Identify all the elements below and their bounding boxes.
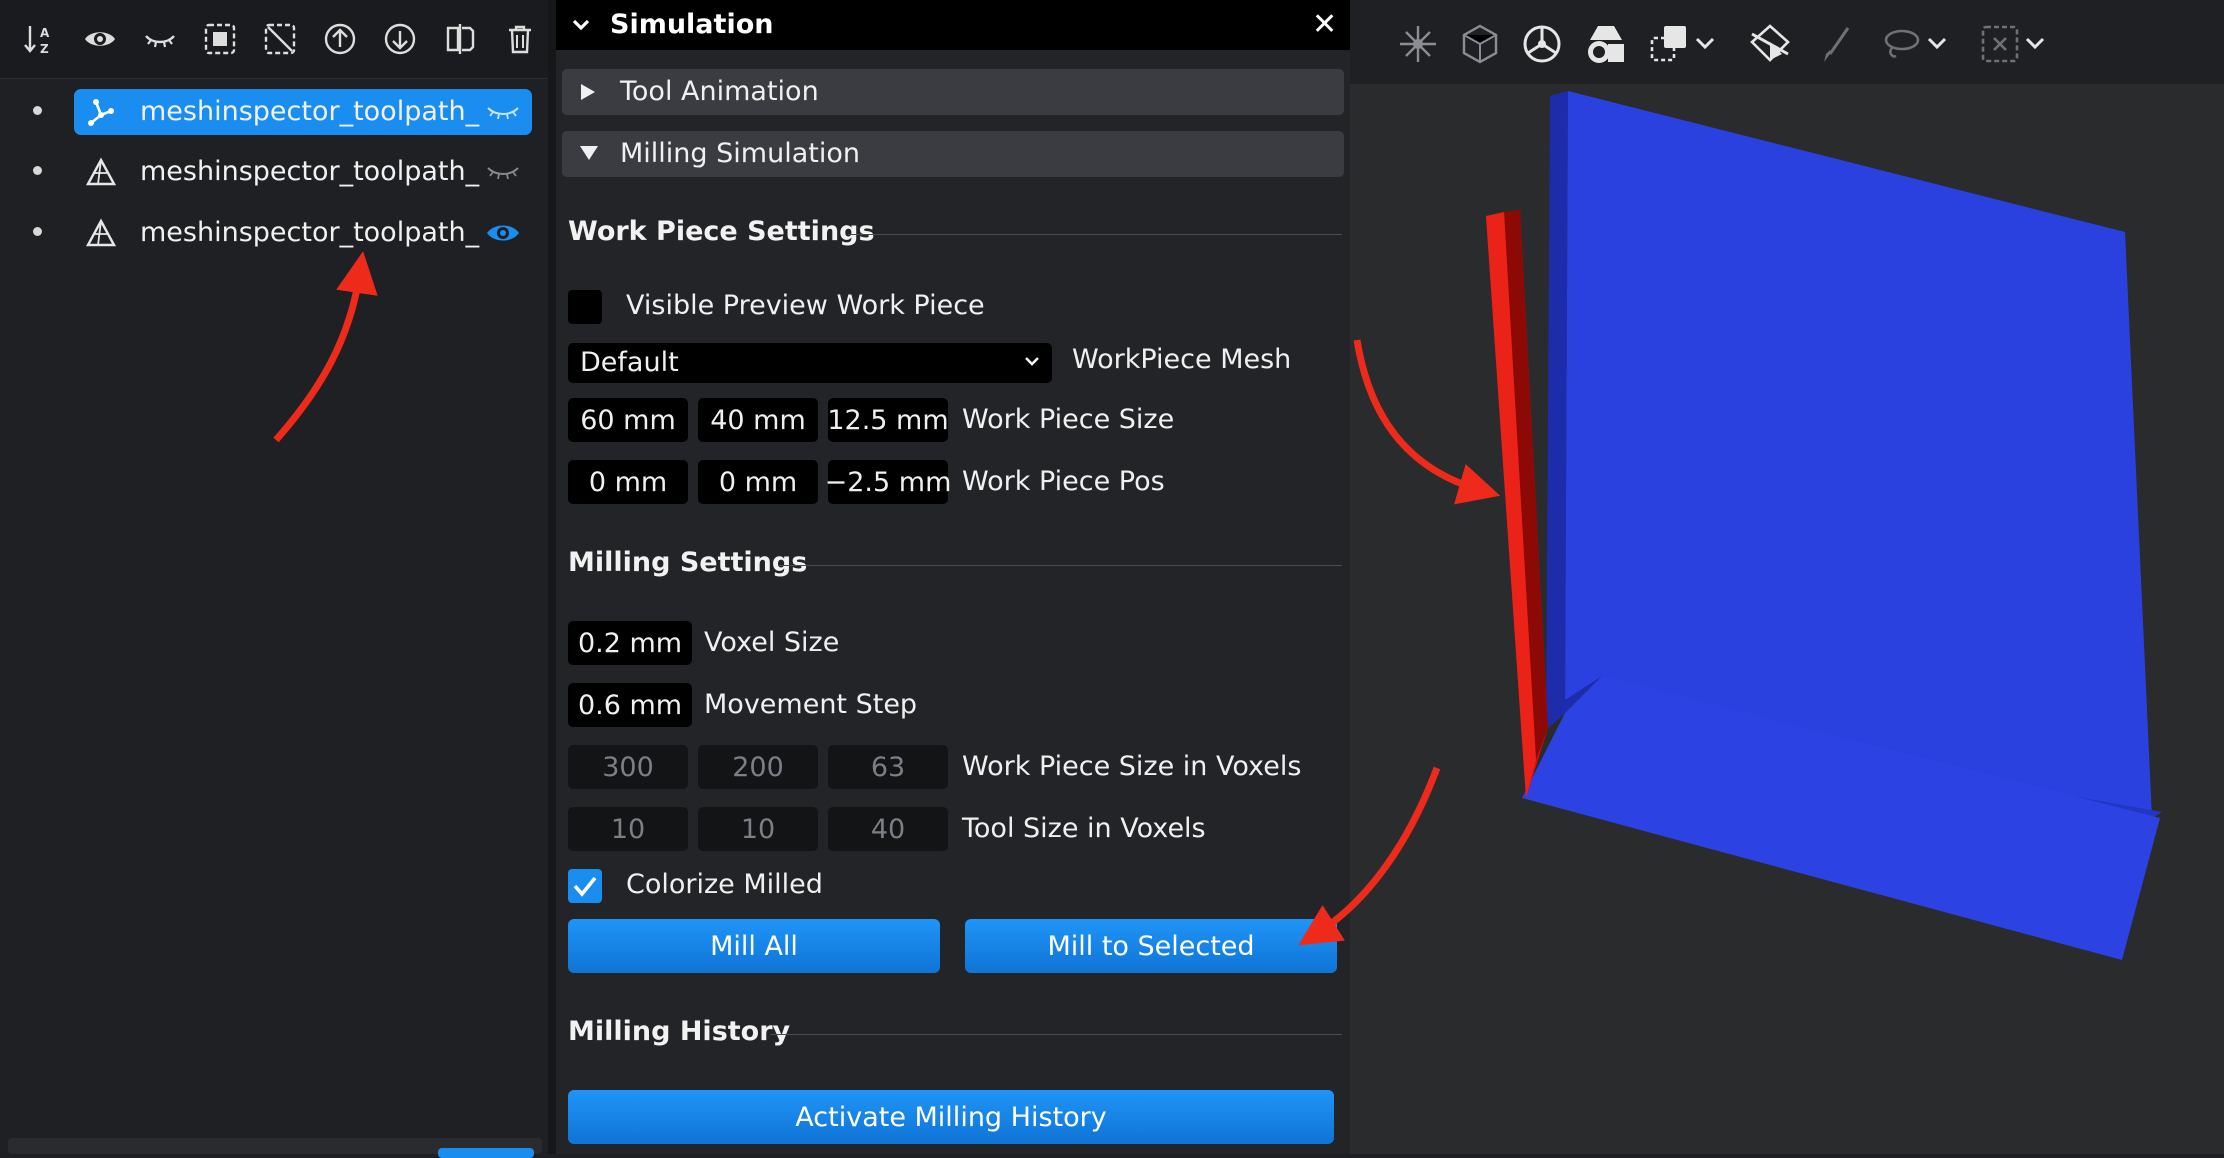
work-piece-size-x[interactable]: 60 mm: [568, 398, 688, 442]
divider: [848, 234, 1342, 235]
simulation-title-bar[interactable]: Simulation ✕: [556, 0, 1350, 50]
move-up-icon[interactable]: [320, 19, 360, 59]
svg-text:A: A: [40, 26, 50, 40]
size-in-voxels-label: Work Piece Size in Voxels: [962, 751, 1302, 782]
work-piece-pos-y[interactable]: 0 mm: [698, 460, 818, 504]
simulation-title: Simulation: [610, 9, 774, 40]
work-piece-size-z[interactable]: 12.5 mm: [827, 398, 949, 442]
section-tool-animation[interactable]: Tool Animation: [562, 69, 1344, 115]
eye-closed-icon[interactable]: [484, 98, 522, 126]
eye-icon[interactable]: [80, 19, 120, 59]
tree-bullet: [33, 106, 42, 115]
activate-milling-history-button[interactable]: Activate Milling History: [568, 1090, 1334, 1144]
toolpath-icon: [86, 97, 116, 127]
work-piece-pos-z[interactable]: −2.5 mm: [825, 460, 951, 504]
select-all-icon[interactable]: [200, 19, 240, 59]
work-piece-settings-title: Work Piece Settings: [568, 216, 875, 247]
work-piece-pos-label: Work Piece Pos: [962, 466, 1165, 497]
colorize-milled-checkbox[interactable]: [568, 869, 602, 903]
movement-step-label: Movement Step: [704, 689, 918, 720]
tree-item-toolpath[interactable]: meshinspector_toolpath_de: [74, 89, 532, 135]
tree-item-label: meshinspector_toolpath_de: [140, 96, 480, 127]
workpiece-left-face: [1546, 91, 1568, 730]
expand-arrow-icon: [578, 81, 598, 103]
eye-closed-icon[interactable]: [484, 158, 522, 186]
checkmark-icon: [573, 876, 597, 897]
chevron-down-icon: [1024, 355, 1040, 369]
divider: [770, 1034, 1342, 1035]
workpiece-mesh-select[interactable]: Default: [568, 343, 1052, 383]
tree-item-mesh-1[interactable]: meshinspector_toolpath_de: [74, 149, 532, 195]
sort-az-icon[interactable]: AZ: [20, 19, 60, 59]
move-down-icon[interactable]: [380, 19, 420, 59]
voxels-z: 63: [828, 745, 948, 789]
close-icon[interactable]: ✕: [1312, 10, 1337, 40]
voxel-size-input[interactable]: 0.2 mm: [568, 621, 692, 665]
tree-item-label: meshinspector_toolpath_de: [140, 156, 480, 187]
movement-step-input[interactable]: 0.6 mm: [568, 683, 692, 727]
section-label: Tool Animation: [620, 76, 819, 107]
trash-icon[interactable]: [500, 19, 540, 59]
panel-splitter[interactable]: [548, 0, 556, 1154]
workpiece-3d-model[interactable]: [1350, 0, 2224, 1154]
mesh-icon: [86, 218, 116, 248]
svg-text:Z: Z: [40, 42, 49, 56]
workpiece-mesh-label: WorkPiece Mesh: [1072, 344, 1292, 375]
tool-voxels-y: 10: [698, 807, 818, 851]
tree-bullet: [33, 166, 42, 175]
colorize-milled-label: Colorize Milled: [626, 869, 823, 900]
voxels-y: 200: [698, 745, 818, 789]
mill-to-selected-button[interactable]: Mill to Selected: [965, 919, 1337, 973]
tree-bullet: [33, 227, 42, 236]
visible-preview-label: Visible Preview Work Piece: [626, 290, 985, 321]
milling-settings-title: Milling Settings: [568, 547, 808, 578]
mirror-icon[interactable]: [440, 19, 480, 59]
collapse-arrow-icon: [578, 143, 600, 163]
visible-preview-checkbox[interactable]: [568, 290, 602, 324]
scene-tree-toolbar: AZ: [0, 0, 548, 79]
tool-voxels-z: 40: [828, 807, 948, 851]
info-bar-button[interactable]: [438, 1148, 534, 1158]
simulation-window: Simulation ✕ Tool Animation Milling Simu…: [556, 0, 1350, 1154]
scene-tree-panel: AZ meshinspector_toolpath_de meshinspect…: [0, 0, 548, 1158]
tree-item-label: meshinspector_toolpath_de: [140, 217, 480, 248]
voxel-size-label: Voxel Size: [704, 627, 840, 658]
tool-size-in-voxels-label: Tool Size in Voxels: [962, 813, 1206, 844]
work-piece-pos-x[interactable]: 0 mm: [568, 460, 688, 504]
voxels-x: 300: [568, 745, 688, 789]
workpiece-mesh-value: Default: [580, 347, 679, 378]
tree-item-mesh-2[interactable]: meshinspector_toolpath_de: [74, 210, 532, 256]
work-piece-size-y[interactable]: 40 mm: [698, 398, 818, 442]
eye-icon[interactable]: [484, 219, 522, 247]
section-milling-simulation[interactable]: Milling Simulation: [562, 131, 1344, 177]
section-label: Milling Simulation: [620, 138, 860, 169]
milling-history-title: Milling History: [568, 1016, 791, 1047]
work-piece-size-label: Work Piece Size: [962, 404, 1175, 435]
mill-all-button[interactable]: Mill All: [568, 919, 940, 973]
eye-closed-icon[interactable]: [140, 19, 180, 59]
tool-voxels-x: 10: [568, 807, 688, 851]
mesh-icon: [86, 157, 116, 187]
3d-viewport[interactable]: [1350, 0, 2224, 1154]
deselect-icon[interactable]: [260, 19, 300, 59]
divider: [778, 565, 1342, 566]
collapse-chevron-icon[interactable]: [570, 14, 592, 36]
